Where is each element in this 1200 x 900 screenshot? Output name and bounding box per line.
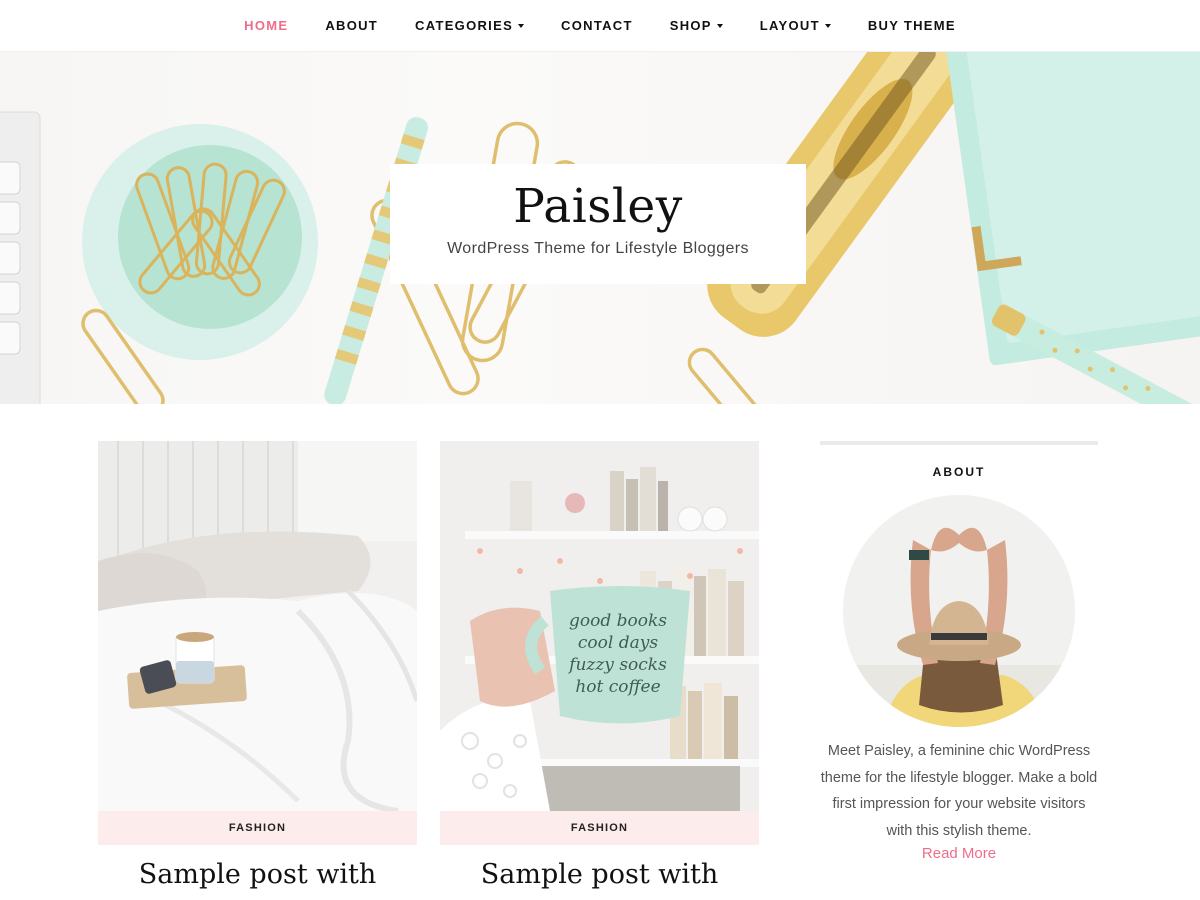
svg-text:good books: good books xyxy=(569,611,667,631)
post-image-mug[interactable]: good books cool days fuzzy socks hot cof… xyxy=(440,441,759,811)
nav-buy-theme-label: BUY THEME xyxy=(867,18,956,33)
nav-categories[interactable]: CATEGORIES xyxy=(397,18,543,33)
nav-buy-theme[interactable]: BUY THEME xyxy=(849,18,974,33)
caret-down-icon xyxy=(716,24,723,28)
post-title[interactable]: Sample post with xyxy=(440,859,759,891)
post-category[interactable]: FASHION xyxy=(440,811,759,845)
main-nav: HOME ABOUT CATEGORIES CONTACT SHOP LAYOU… xyxy=(0,0,1200,52)
nav-about[interactable]: ABOUT xyxy=(307,18,397,33)
nav-layout[interactable]: LAYOUT xyxy=(741,18,849,33)
hero-banner: Paisley WordPress Theme for Lifestyle Bl… xyxy=(0,52,1200,404)
caret-down-icon xyxy=(824,24,831,28)
paperclip-bowl-image xyxy=(82,124,318,360)
widget-title: ABOUT xyxy=(932,465,986,479)
site-title[interactable]: Paisley xyxy=(390,178,806,236)
nav-home-label: HOME xyxy=(244,18,289,33)
caret-down-icon xyxy=(518,24,525,28)
nav-contact-label: CONTACT xyxy=(561,18,633,33)
svg-text:hot coffee: hot coffee xyxy=(575,677,660,697)
site-title-box: Paisley WordPress Theme for Lifestyle Bl… xyxy=(390,164,806,284)
nav-layout-label: LAYOUT xyxy=(759,18,820,33)
read-more-link[interactable]: Read More xyxy=(820,845,1098,862)
nav-contact[interactable]: CONTACT xyxy=(543,18,652,33)
widget-divider xyxy=(820,441,1098,445)
about-description: Meet Paisley, a feminine chic WordPress … xyxy=(820,743,1098,839)
post-image-bed[interactable] xyxy=(98,441,417,811)
about-avatar xyxy=(843,495,1075,727)
mint-notebook-image xyxy=(944,52,1200,366)
svg-text:cool days: cool days xyxy=(578,633,658,653)
site-tagline: WordPress Theme for Lifestyle Bloggers xyxy=(447,240,749,257)
nav-shop[interactable]: SHOP xyxy=(651,18,741,33)
post-title[interactable]: Sample post with xyxy=(98,859,417,891)
nav-home[interactable]: HOME xyxy=(226,18,307,33)
post-card: FASHION Sample post with xyxy=(98,441,417,891)
nav-shop-label: SHOP xyxy=(669,18,712,33)
post-category[interactable]: FASHION xyxy=(98,811,417,845)
nav-about-label: ABOUT xyxy=(325,18,379,33)
keyboard-image xyxy=(0,111,41,404)
post-card: good books cool days fuzzy socks hot cof… xyxy=(440,441,759,891)
nav-categories-label: CATEGORIES xyxy=(415,18,514,33)
svg-text:fuzzy socks: fuzzy socks xyxy=(567,655,667,675)
sidebar-about-widget: ABOUT Meet Paisley, a feminine chic Word… xyxy=(820,441,1098,862)
